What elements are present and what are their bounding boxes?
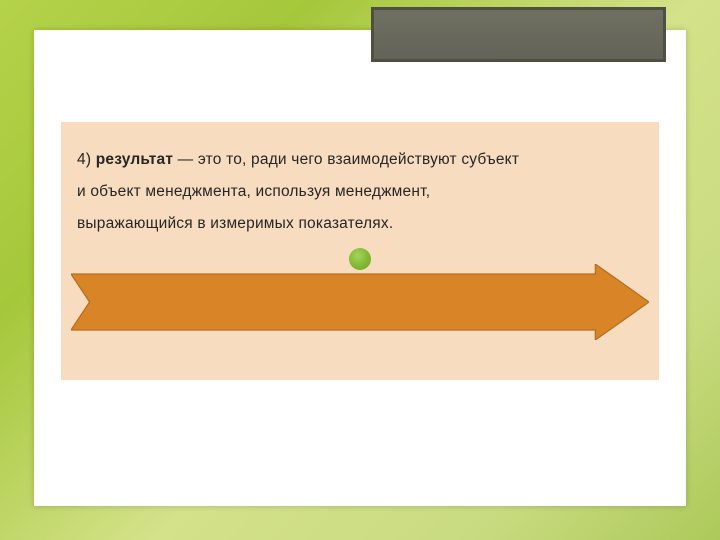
arrow-icon [71,264,649,340]
arrow-shape [71,264,649,340]
definition-block: 4) результат — это то, ради чего взаимод… [61,122,659,380]
arrow-graphic [71,264,649,340]
slide-background: 4) результат — это то, ради чего взаимод… [0,0,720,540]
definition-line2: и объект менеджмента, используя менеджме… [77,183,430,200]
item-number: 4) [77,151,96,168]
definition-text: 4) результат — это то, ради чего взаимод… [61,122,659,240]
definition-line3: выражающийся в измеримых показателях. [77,215,393,232]
definition-line1: — это то, ради чего взаимодействуют субъ… [173,151,519,168]
content-panel: 4) результат — это то, ради чего взаимод… [34,30,686,506]
item-term: результат [96,151,173,168]
accent-dot-icon [349,248,371,270]
title-accent-box [371,7,666,62]
